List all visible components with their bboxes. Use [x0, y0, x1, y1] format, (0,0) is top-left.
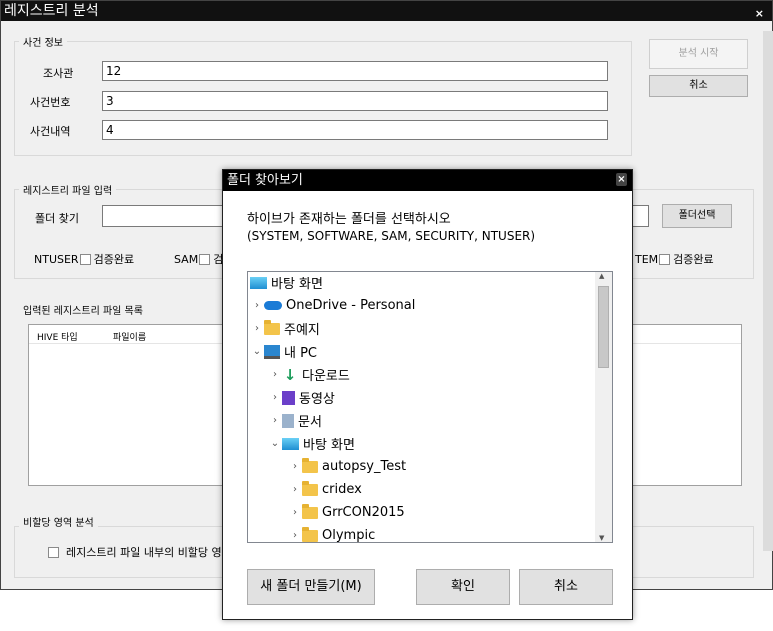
- pc-icon: [264, 344, 280, 359]
- tree-scrollbar[interactable]: ▲ ▼: [595, 272, 612, 542]
- chevron-right-icon[interactable]: ›: [268, 369, 282, 380]
- case-number-field[interactable]: 3: [102, 91, 608, 111]
- column-hive-type[interactable]: HIVE 타입: [37, 330, 78, 343]
- chevron-right-icon[interactable]: ›: [288, 484, 302, 495]
- folder-find-label: 폴더 찾기: [35, 212, 79, 225]
- folder-select-button[interactable]: 폴더선택: [662, 204, 732, 228]
- ok-button[interactable]: 확인: [416, 569, 510, 605]
- folder-icon: [302, 503, 318, 519]
- chevron-right-icon[interactable]: ›: [268, 415, 282, 426]
- dialog-title: 폴더 찾아보기: [227, 173, 303, 188]
- desktop-icon: [250, 276, 267, 289]
- close-icon[interactable]: ×: [755, 4, 764, 24]
- tree-item-desktop[interactable]: 바탕 화면: [250, 272, 323, 293]
- case-info-label: 사건 정보: [19, 34, 67, 49]
- file-list-label: 입력된 레지스트리 파일 목록: [19, 302, 147, 317]
- chevron-down-icon[interactable]: ⌄: [268, 438, 282, 449]
- ntuser-check[interactable]: NTUSER 검증완료: [34, 251, 134, 267]
- tree-item-olympic[interactable]: › Olympic: [288, 525, 375, 542]
- new-folder-button[interactable]: 새 폴더 만들기(M): [247, 569, 375, 605]
- tree-item-onedrive[interactable]: › OneDrive - Personal: [250, 295, 415, 316]
- chevron-right-icon[interactable]: ›: [250, 323, 264, 334]
- close-icon[interactable]: ×: [616, 173, 627, 186]
- column-file-name[interactable]: 파일이름: [113, 330, 146, 343]
- scrollbar-thumb[interactable]: [598, 286, 609, 368]
- checkbox-icon[interactable]: [659, 253, 671, 265]
- start-analysis-button[interactable]: 분석 시작: [649, 39, 748, 69]
- tree-item-videos[interactable]: › 동영상: [268, 387, 335, 408]
- tree-item-downloads[interactable]: › ↓ 다운로드: [268, 364, 350, 385]
- scroll-down-icon[interactable]: ▼: [599, 534, 604, 542]
- chevron-right-icon[interactable]: ›: [250, 300, 264, 311]
- tree-item-user[interactable]: › 주예지: [250, 318, 320, 339]
- investigator-label: 조사관: [43, 67, 74, 80]
- folder-icon: [302, 457, 318, 473]
- system-check[interactable]: TEM 검증완료: [635, 251, 714, 267]
- case-number-label: 사건번호: [30, 96, 71, 109]
- folder-browse-dialog: 폴더 찾아보기 × 하이브가 존재하는 폴더를 선택하시오 (SYSTEM, S…: [222, 169, 633, 620]
- checkbox-icon[interactable]: [48, 546, 59, 558]
- main-title: 레지스트리 분석: [4, 3, 99, 19]
- case-detail-field[interactable]: 4: [102, 120, 608, 140]
- chevron-right-icon[interactable]: ›: [288, 507, 302, 518]
- main-title-bar: 레지스트리 분석 ×: [1, 1, 772, 21]
- document-icon: [282, 413, 294, 428]
- dialog-title-bar: 폴더 찾아보기 ×: [223, 170, 632, 191]
- folder-icon: [264, 319, 280, 335]
- tree-item-documents[interactable]: › 문서: [268, 410, 322, 431]
- chevron-right-icon[interactable]: ›: [288, 461, 302, 472]
- dialog-instruction: 하이브가 존재하는 폴더를 선택하시오: [247, 212, 451, 227]
- case-detail-label: 사건내역: [30, 125, 71, 138]
- folder-icon: [302, 480, 318, 496]
- checkbox-icon[interactable]: [79, 253, 91, 265]
- dialog-hive-list: (SYSTEM, SOFTWARE, SAM, SECURITY, NTUSER…: [247, 229, 536, 243]
- download-icon: ↓: [283, 365, 297, 384]
- cancel-button[interactable]: 취소: [649, 75, 748, 97]
- background-window-edge: [763, 31, 773, 551]
- onedrive-icon: [264, 301, 282, 310]
- sam-check[interactable]: SAM 검: [174, 251, 223, 267]
- tree-item-autopsy-test[interactable]: › autopsy_Test: [288, 456, 406, 477]
- tree-item-grrcon2015[interactable]: › GrrCON2015: [288, 502, 405, 523]
- desktop-icon: [282, 437, 299, 450]
- unalloc-check[interactable]: 레지스트리 파일 내부의 비할당 영: [48, 544, 222, 560]
- chevron-right-icon[interactable]: ›: [288, 530, 302, 541]
- folder-tree[interactable]: 바탕 화면 › OneDrive - Personal › 주예지 ⌄ 내 PC…: [247, 271, 613, 543]
- video-icon: [282, 390, 295, 405]
- scroll-up-icon[interactable]: ▲: [599, 272, 604, 280]
- tree-item-cridex[interactable]: › cridex: [288, 479, 362, 500]
- investigator-field[interactable]: 12: [102, 61, 608, 81]
- chevron-down-icon[interactable]: ⌄: [250, 346, 264, 357]
- folder-icon: [302, 526, 318, 542]
- chevron-right-icon[interactable]: ›: [268, 392, 282, 403]
- unalloc-label: 비할당 영역 분석: [19, 514, 98, 529]
- tree-item-desktop-pc[interactable]: ⌄ 바탕 화면: [268, 433, 355, 454]
- registry-input-label: 레지스트리 파일 입력: [19, 182, 117, 197]
- checkbox-icon[interactable]: [199, 253, 211, 265]
- tree-item-this-pc[interactable]: ⌄ 내 PC: [250, 341, 317, 362]
- dialog-cancel-button[interactable]: 취소: [519, 569, 613, 605]
